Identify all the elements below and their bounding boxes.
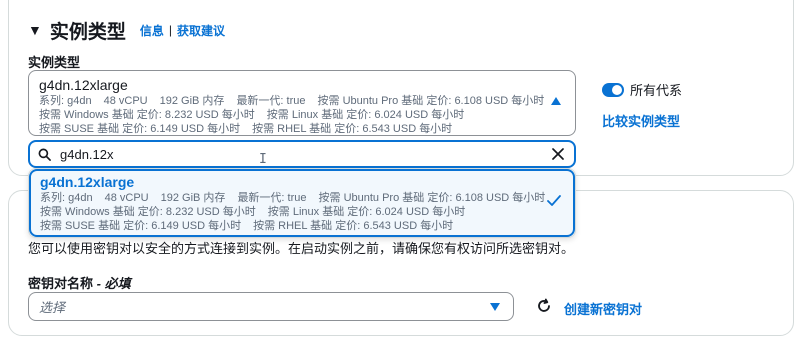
caret-down-icon [490, 303, 500, 311]
selected-instance-line3: 按需 SUSE 基础 定价: 6.149 USD 每小时 按需 RHEL 基础 定… [39, 123, 453, 135]
instance-type-search-input[interactable]: g4dn.12x [28, 140, 576, 168]
key-pair-label: 密钥对名称 - 必填 [28, 276, 131, 291]
required-marker: - 必填 [93, 276, 131, 291]
selected-instance-title: g4dn.12xlarge [39, 77, 128, 93]
check-icon [547, 195, 561, 206]
compare-instance-types-link[interactable]: 比较实例类型 [602, 111, 680, 130]
search-value: g4dn.12x [60, 146, 114, 162]
selected-instance-line1: 系列: g4dn 48 vCPU 192 GiB 内存 最新一代: true 按需 Ub… [39, 95, 545, 107]
option-line3: 按需 SUSE 基础 定价: 6.149 USD 每小时 按需 RHEL 基础 定… [40, 220, 454, 232]
instance-type-label: 实例类型 [28, 55, 81, 70]
instance-type-dropdown: g4dn.12xlarge 系列: g4dn 48 vCPU 192 GiB 内存最… [28, 168, 576, 238]
all-generations-label: 所有代系 [630, 83, 683, 98]
selected-instance-line2: 按需 Windows 基础 定价: 8.232 USD 每小时 按需 Linux … [39, 109, 465, 121]
section-header: ▼ 实例类型 信息 | 获取建议 [28, 16, 225, 44]
option-title: g4dn.12xlarge [40, 174, 135, 190]
key-pair-placeholder: 选择 [39, 300, 66, 315]
toggle-knob [612, 84, 622, 95]
caret-up-icon[interactable] [551, 97, 561, 105]
all-generations-toggle[interactable] [602, 82, 624, 97]
collapse-caret-icon[interactable]: ▼ [28, 22, 42, 38]
create-key-pair-link[interactable]: 创建新密钥对 [564, 299, 642, 318]
refresh-icon[interactable] [536, 298, 552, 314]
key-pair-description: 您可以使用密钥对以安全的方式连接到实例。在启动实例之前，请确保您有权访问所选密钥… [28, 241, 575, 256]
section-links: 信息 | 获取建议 [140, 22, 225, 39]
search-icon [38, 148, 51, 161]
close-icon[interactable] [552, 148, 564, 160]
info-link[interactable]: 信息 [140, 22, 164, 39]
key-pair-select[interactable]: 选择 [28, 292, 514, 321]
section-title: 实例类型 [49, 21, 126, 43]
get-recommendations-link[interactable]: 获取建议 [177, 22, 225, 39]
option-line2: 按需 Windows 基础 定价: 8.232 USD 每小时 按需 Linux … [40, 206, 466, 218]
all-generations-toggle-row: 所有代系 [602, 80, 682, 99]
option-line1: 系列: g4dn 48 vCPU 192 GiB 内存 最新一代: true 按需 Ub… [40, 192, 546, 204]
link-separator: | [168, 23, 173, 37]
dropdown-option[interactable]: g4dn.12xlarge 系列: g4dn 48 vCPU 192 GiB 内存最… [29, 169, 575, 237]
text-cursor-icon: I [259, 152, 267, 167]
instance-type-select[interactable]: g4dn.12xlarge 系列: g4dn 48 vCPU 192 GiB 内存最… [28, 70, 576, 136]
